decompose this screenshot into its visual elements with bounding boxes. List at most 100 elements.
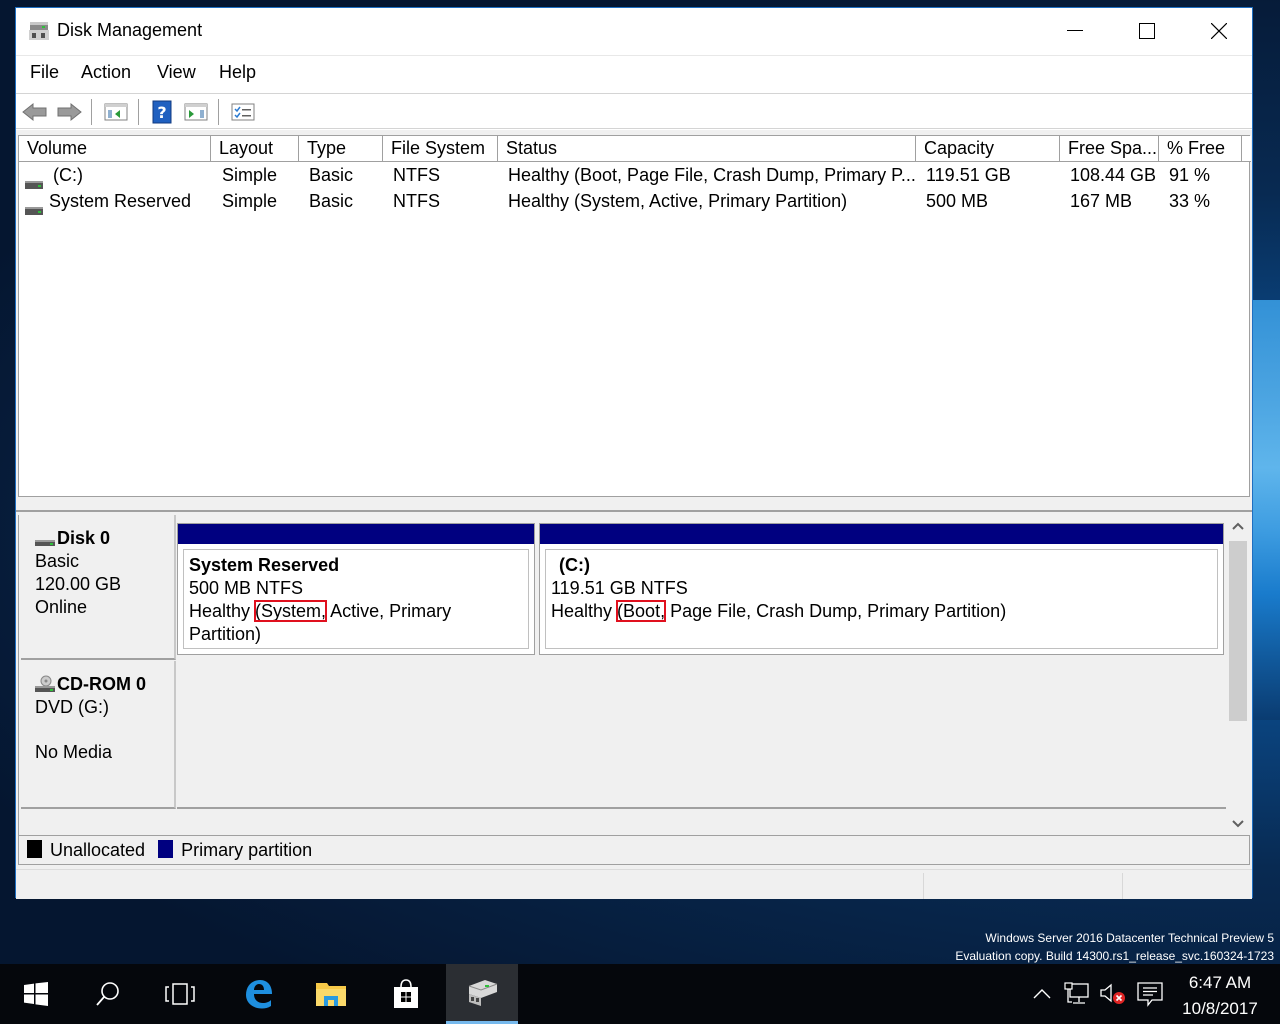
disk-name: Disk 0: [57, 528, 111, 548]
partition-system-reserved[interactable]: System Reserved 500 MB NTFS Healthy (Sys…: [177, 523, 535, 655]
column-header-volume[interactable]: Volume: [19, 136, 211, 162]
disk-icon: [35, 531, 57, 547]
highlighted-status-flag: (Boot,: [616, 600, 667, 622]
scrollbar-thumb[interactable]: [1229, 541, 1247, 721]
show-hide-console-tree-button[interactable]: [103, 100, 129, 124]
back-icon: [22, 102, 47, 122]
maximize-button[interactable]: [1112, 8, 1182, 54]
type-cell: Basic: [309, 191, 354, 211]
close-button[interactable]: [1184, 8, 1254, 54]
toolbar-separator: [138, 99, 139, 125]
column-header-status[interactable]: Status: [498, 136, 916, 162]
store-button[interactable]: [370, 964, 442, 1024]
disk-management-taskbar-button[interactable]: [446, 964, 518, 1024]
free-space-cell: 167 MB: [1070, 191, 1133, 211]
show-hide-console-tree-icon: [104, 103, 128, 121]
disk-graphical-view: Disk 0 Basic 120.00 GB Online System Res…: [18, 515, 1250, 835]
pane-splitter[interactable]: [16, 498, 1252, 512]
volume-icon: [25, 196, 43, 216]
start-button[interactable]: [0, 964, 72, 1024]
task-view-icon: [165, 983, 195, 1005]
status-text: Page File, Crash Dump, Primary Partition…: [665, 601, 1007, 621]
volume-icon: [25, 170, 43, 190]
file-system-cell: NTFS: [393, 165, 440, 185]
disk-size: 120.00 GB: [35, 574, 122, 594]
menu-help[interactable]: Help: [219, 62, 256, 83]
cdrom-0-label[interactable]: CD-ROM 0 DVD (G:) No Media: [21, 661, 176, 809]
taskbar-clock[interactable]: 6:47 AM 10/8/2017: [1170, 970, 1270, 1022]
properties-icon: [231, 103, 255, 121]
forward-button[interactable]: [56, 100, 82, 124]
title-bar[interactable]: Disk Management: [16, 8, 1252, 54]
task-view-button[interactable]: [144, 964, 216, 1024]
legend: Unallocated Primary partition: [18, 835, 1250, 865]
taskbar: 6:47 AM 10/8/2017: [0, 964, 1280, 1024]
cdrom-0-area: [177, 661, 1229, 809]
partition-details: (C:) 119.51 GB NTFS Healthy (Boot, Page …: [545, 549, 1218, 649]
column-header-free-space[interactable]: Free Spa...: [1060, 136, 1159, 162]
action-center-button[interactable]: [1134, 964, 1166, 1024]
free-space-cell: 108.44 GB: [1070, 165, 1157, 185]
disk-type: Basic: [35, 551, 80, 571]
clock-time: 6:47 AM: [1188, 973, 1252, 992]
column-header-type[interactable]: Type: [299, 136, 383, 162]
partition-name: System Reserved: [189, 555, 340, 575]
legend-label-unallocated: Unallocated: [50, 840, 146, 860]
volume-muted-icon: [1100, 983, 1125, 1004]
menu-file[interactable]: File: [30, 62, 59, 83]
back-button[interactable]: [22, 100, 48, 124]
disk-0-label[interactable]: Disk 0 Basic 120.00 GB Online: [21, 515, 176, 660]
legend-swatch-primary: [158, 840, 174, 859]
network-button[interactable]: [1062, 964, 1092, 1024]
partition-status: Healthy (Boot, Page File, Crash Dump, Pr…: [551, 600, 1212, 623]
forward-icon: [57, 102, 82, 122]
disk-type: DVD (G:): [35, 697, 109, 717]
close-icon: [1211, 23, 1227, 39]
chevron-down-icon: [1232, 820, 1244, 828]
column-header-percent-free[interactable]: % Free: [1159, 136, 1242, 162]
watermark-line-1: Windows Server 2016 Datacenter Technical…: [985, 931, 1274, 945]
help-button[interactable]: ?: [149, 100, 175, 124]
vertical-scrollbar[interactable]: [1226, 515, 1250, 835]
minimize-button[interactable]: [1040, 8, 1110, 54]
file-system-cell: NTFS: [393, 191, 440, 211]
show-hidden-icons-button[interactable]: [1028, 964, 1056, 1024]
edge-button[interactable]: [222, 964, 294, 1024]
content-area: Volume Layout Type File System Status Ca…: [16, 130, 1252, 899]
volume-name: System Reserved: [49, 191, 192, 211]
volume-button[interactable]: [1098, 964, 1128, 1024]
column-header-file-system[interactable]: File System: [383, 136, 498, 162]
show-hide-action-pane-button[interactable]: [183, 100, 209, 124]
type-cell: Basic: [309, 165, 354, 185]
primary-partition-bar: [178, 524, 534, 544]
layout-cell: Simple: [222, 191, 278, 211]
search-button[interactable]: [72, 964, 144, 1024]
disk-management-icon: [468, 979, 498, 1006]
volume-list: Volume Layout Type File System Status Ca…: [18, 135, 1251, 497]
column-header-layout[interactable]: Layout: [211, 136, 299, 162]
svg-text:?: ?: [157, 103, 166, 122]
menu-action[interactable]: Action: [81, 62, 131, 83]
start-icon: [24, 982, 48, 1006]
scroll-up-arrow[interactable]: [1226, 515, 1250, 537]
file-explorer-button[interactable]: [295, 964, 367, 1024]
partition-size-fs: 119.51 GB NTFS: [551, 578, 688, 598]
disk-name: CD-ROM 0: [57, 674, 146, 694]
partition-status: Healthy (System, Active, Primary Partiti…: [189, 600, 523, 646]
primary-partition-bar: [540, 524, 1223, 544]
capacity-cell: 500 MB: [926, 191, 989, 211]
percent-free-cell: 33 %: [1169, 191, 1211, 211]
chevron-up-icon: [1232, 522, 1244, 530]
volume-cell: System Reserved: [25, 188, 192, 216]
partition-size-fs: 500 MB NTFS: [189, 578, 304, 598]
partition-c[interactable]: (C:) 119.51 GB NTFS Healthy (Boot, Page …: [539, 523, 1224, 655]
disk-state: Online: [35, 597, 88, 617]
cdrom-icon: [35, 675, 57, 693]
menu-view[interactable]: View: [157, 62, 196, 83]
column-header-capacity[interactable]: Capacity: [916, 136, 1060, 162]
properties-button[interactable]: [230, 100, 256, 124]
edge-icon: [246, 980, 272, 1009]
volume-cell: (C:): [25, 162, 83, 190]
scroll-down-arrow[interactable]: [1226, 813, 1250, 835]
highlighted-status-flag: (System,: [254, 600, 328, 622]
